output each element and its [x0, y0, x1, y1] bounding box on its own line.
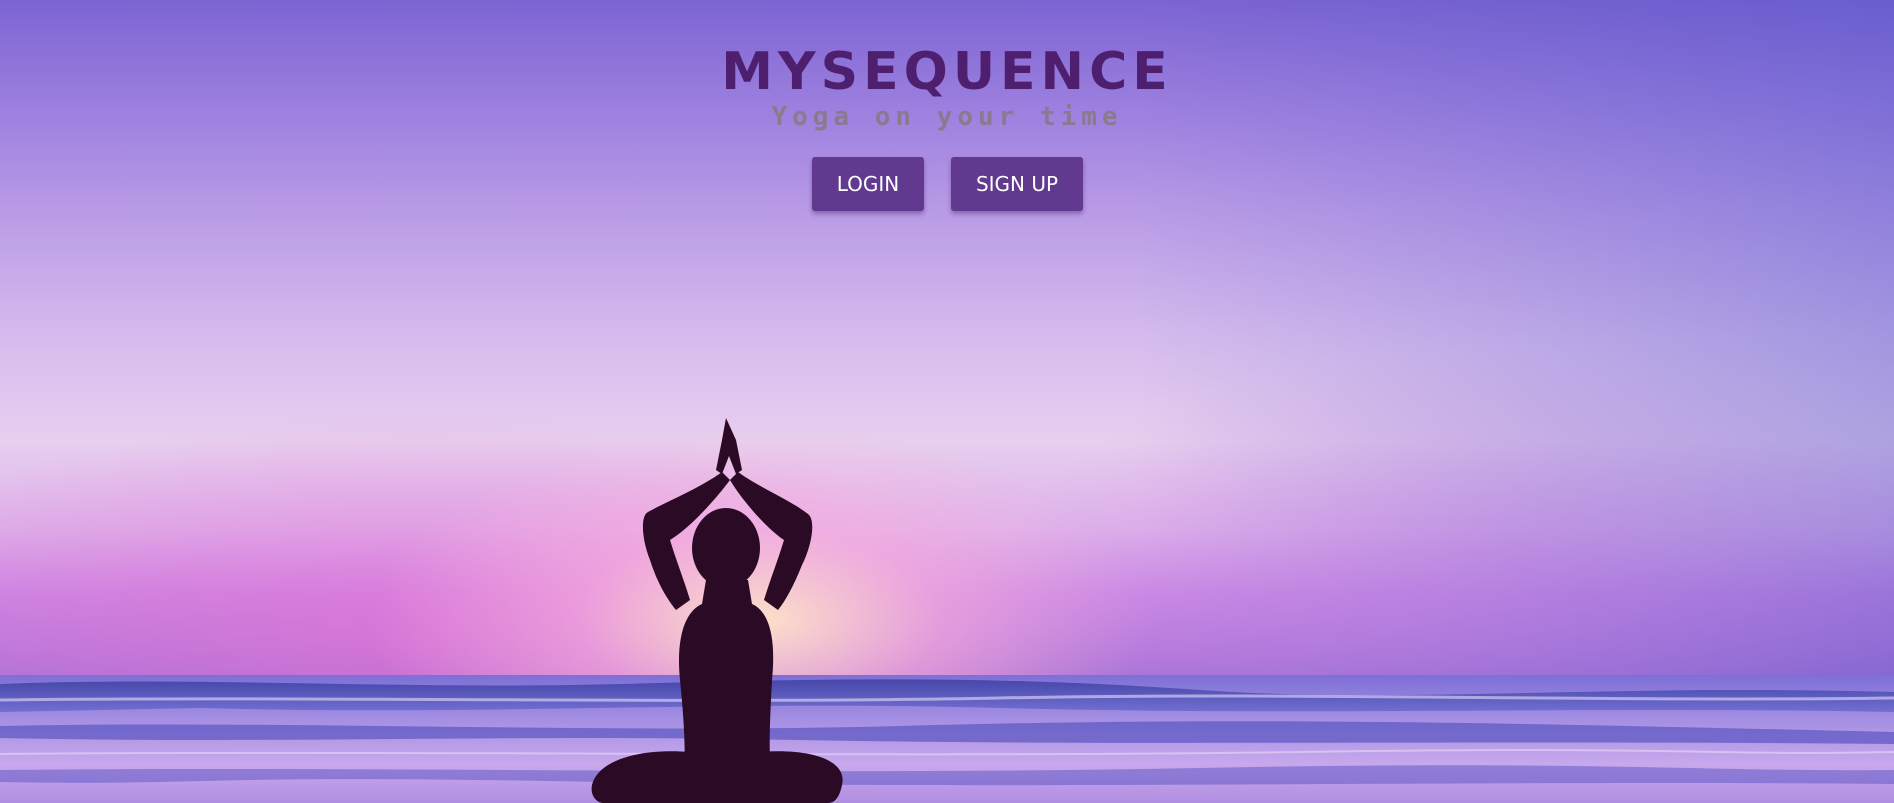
- hero-banner: MYSEQUENCE Yoga on your time LOGIN SIGN …: [0, 0, 1894, 803]
- site-logo[interactable]: MYSEQUENCE: [0, 44, 1894, 100]
- tagline: Yoga on your time: [771, 102, 1123, 132]
